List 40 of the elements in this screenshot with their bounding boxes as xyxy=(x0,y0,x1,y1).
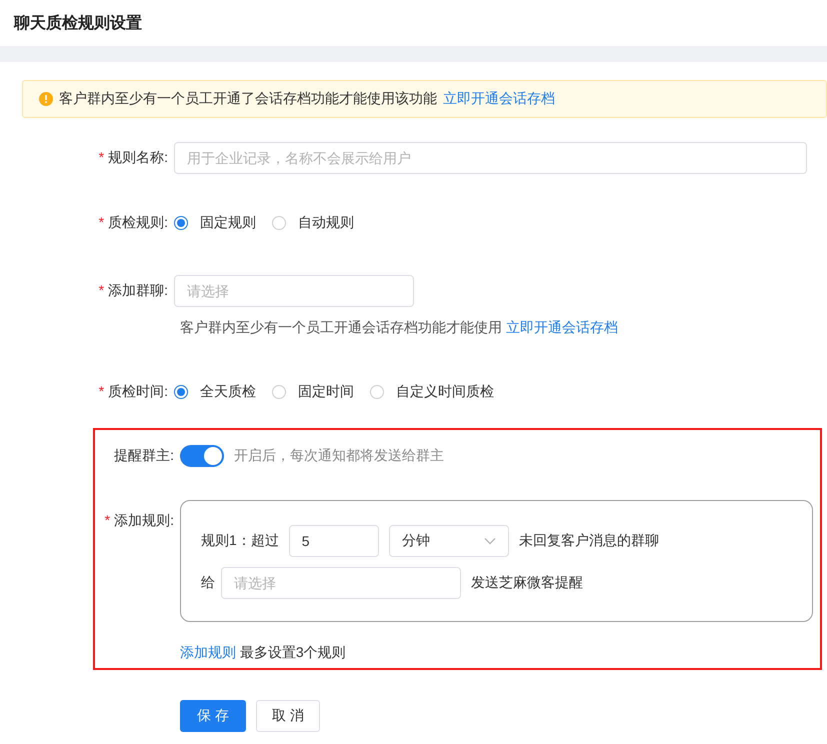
field-label: 提醒群主: xyxy=(114,447,174,465)
hint-text: 客户群内至少有一个员工开通会话存档功能才能使用 xyxy=(180,319,502,337)
field-label: 规则名称: xyxy=(108,149,168,167)
radio-option[interactable]: 固定时间 xyxy=(272,383,354,401)
rule-text: 规则1：超过 xyxy=(201,532,279,550)
radio-option[interactable]: 自定义时间质检 xyxy=(370,383,494,401)
add-rule-link[interactable]: 添加规则 xyxy=(180,644,236,662)
warning-text: 客户群内至少有一个员工开通了会话存档功能才能使用该功能 xyxy=(59,90,437,108)
activate-link[interactable]: 立即开通会话存档 xyxy=(506,319,618,337)
field-label: 质检时间: xyxy=(108,383,168,401)
activate-link[interactable]: 立即开通会话存档 xyxy=(443,90,555,108)
radio-option[interactable]: 固定规则 xyxy=(174,214,256,232)
page-title: 聊天质检规则设置 xyxy=(14,13,142,34)
radio-option[interactable]: 全天质检 xyxy=(174,383,256,401)
radio-button[interactable] xyxy=(174,216,188,230)
field-label: 添加规则: xyxy=(114,512,174,530)
required-mark: * xyxy=(98,282,104,300)
recipient-select-field[interactable]: 请选择 xyxy=(221,567,461,599)
field-label: 添加群聊: xyxy=(108,282,168,300)
hint-text: 开启后，每次通知都将发送给群主 xyxy=(234,447,444,465)
unit-select[interactable]: 分钟 xyxy=(388,525,509,557)
cancel-button[interactable]: 取 消 xyxy=(256,700,320,732)
required-mark: * xyxy=(98,149,104,167)
save-button[interactable]: 保 存 xyxy=(180,700,246,732)
rule-name-field[interactable]: 用于企业记录，名称不会展示给用户 xyxy=(174,142,807,174)
hint-text: 最多设置3个规则 xyxy=(240,644,346,662)
group-select-field[interactable]: 请选择 xyxy=(174,275,414,307)
toggle-switch[interactable] xyxy=(180,445,224,467)
field-label: 质检规则: xyxy=(108,214,168,232)
rule-text: 发送芝麻微客提醒 xyxy=(471,574,583,592)
required-mark: * xyxy=(98,383,104,401)
rule-text: 未回复客户消息的群聊 xyxy=(518,532,659,550)
caret-icon xyxy=(484,537,496,545)
rule-text: 给 xyxy=(201,574,215,592)
radio-button[interactable] xyxy=(174,385,188,399)
radio-option[interactable]: 自动规则 xyxy=(272,214,354,232)
minutes-field[interactable]: 5 xyxy=(288,525,379,557)
required-mark: * xyxy=(98,214,104,232)
required-mark: * xyxy=(104,512,110,530)
warning-icon xyxy=(39,92,53,106)
